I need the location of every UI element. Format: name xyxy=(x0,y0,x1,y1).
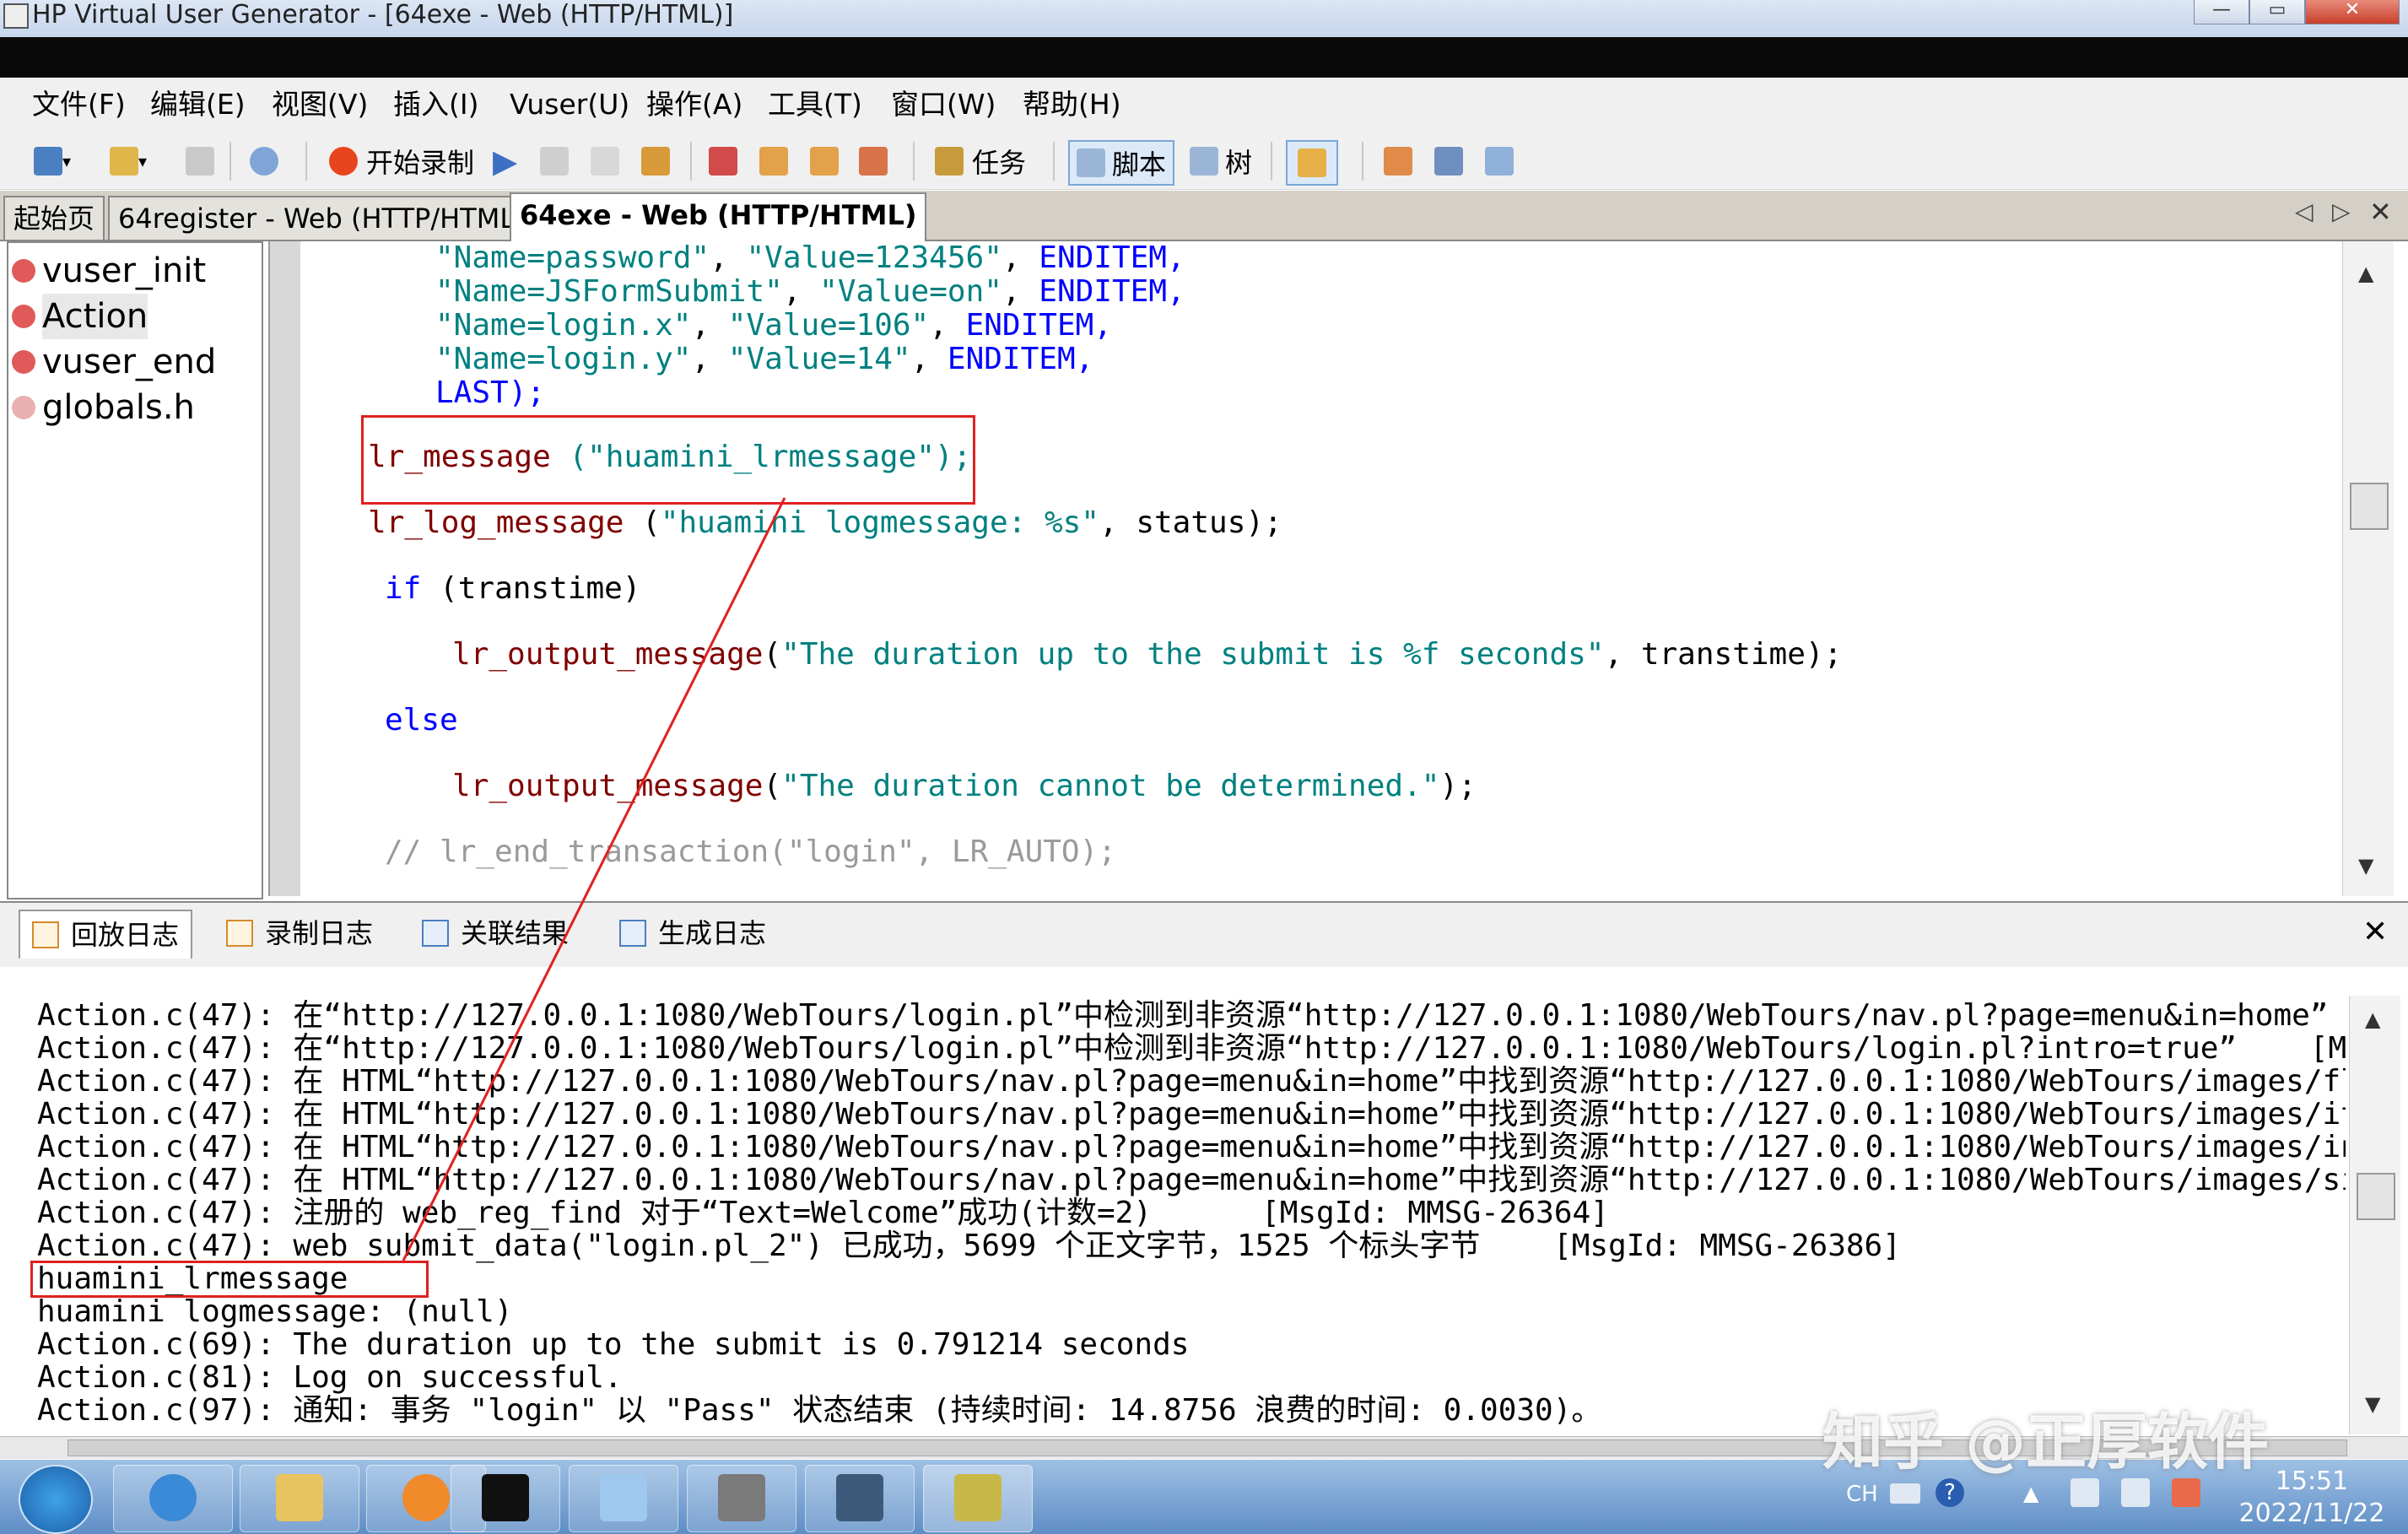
annotation-arrow xyxy=(402,497,786,1261)
command-prompt-icon xyxy=(482,1474,529,1521)
taskbar-loadrunner[interactable] xyxy=(923,1465,1033,1532)
ime-indicator[interactable]: CH xyxy=(1846,1482,1878,1507)
vugen-icon xyxy=(718,1474,765,1521)
clock-date[interactable]: 2022/11/22 xyxy=(2227,1499,2396,1528)
taskbar-explorer[interactable] xyxy=(240,1465,359,1532)
show-hidden-icons-icon[interactable]: ▲ xyxy=(2023,1482,2038,1505)
help-icon[interactable]: ? xyxy=(1936,1478,1964,1507)
action-center-flag-icon[interactable] xyxy=(2172,1478,2200,1507)
loadrunner-icon xyxy=(954,1474,1002,1521)
monitor-icon xyxy=(836,1474,883,1521)
notepad-icon xyxy=(600,1474,647,1521)
network-icon[interactable] xyxy=(2121,1478,2150,1507)
taskbar-monitor[interactable] xyxy=(805,1465,915,1532)
taskbar-ie[interactable] xyxy=(113,1465,233,1532)
watermark: 知乎 @正厚软件 xyxy=(1822,1407,2270,1477)
volume-icon[interactable] xyxy=(2071,1478,2099,1507)
folder-icon xyxy=(276,1474,323,1521)
start-button[interactable] xyxy=(19,1465,93,1534)
keyboard-icon[interactable] xyxy=(1890,1483,1920,1504)
media-player-icon xyxy=(402,1474,450,1521)
taskbar-notepad[interactable] xyxy=(569,1465,678,1532)
taskbar-vugen[interactable] xyxy=(687,1465,796,1532)
taskbar-cmd[interactable] xyxy=(451,1465,560,1532)
internet-explorer-icon xyxy=(149,1474,197,1521)
